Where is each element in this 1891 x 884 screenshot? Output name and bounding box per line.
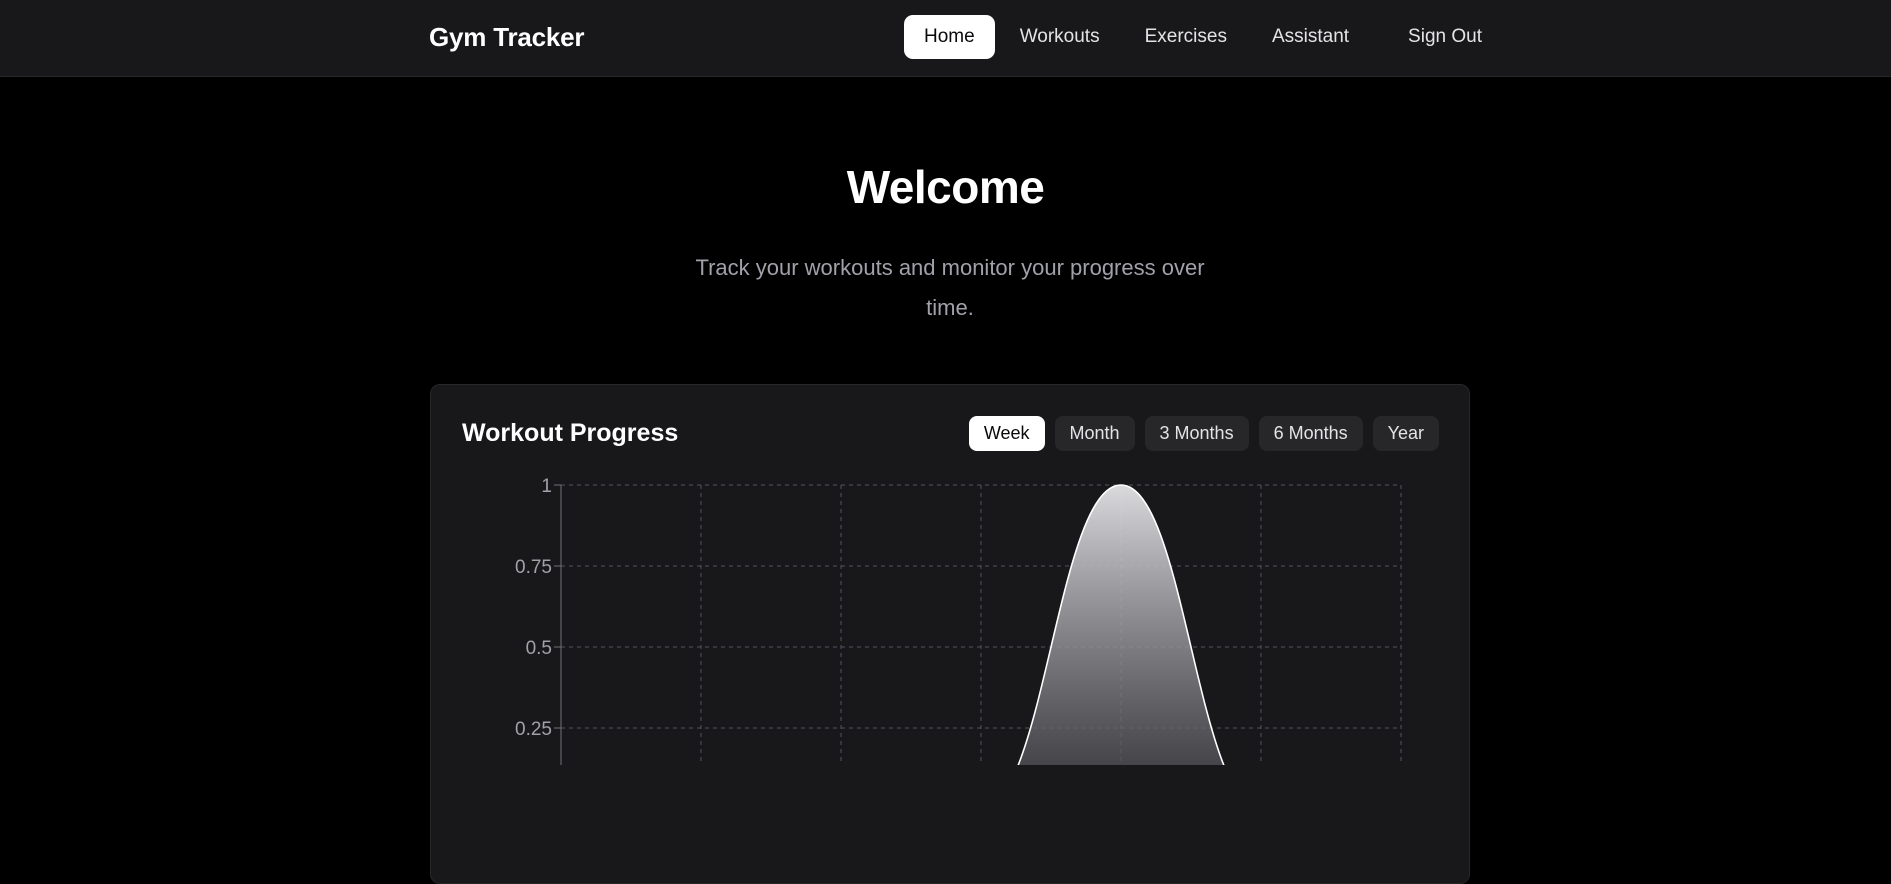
chart-axes: 00.250.50.751TueWedThuFriSatSunMon <box>515 476 562 765</box>
main-nav: Home Workouts Exercises Assistant Sign O… <box>904 15 1507 59</box>
sign-out-button[interactable]: Sign Out <box>1388 15 1502 59</box>
workout-progress-card: Workout Progress Week Month 3 Months 6 M… <box>430 384 1470 884</box>
y-tick-label: 0.75 <box>515 557 552 578</box>
nav-workouts[interactable]: Workouts <box>1000 15 1120 59</box>
y-tick-label: 0.5 <box>526 638 552 659</box>
page-subtitle: Track your workouts and monitor your pro… <box>695 255 1205 320</box>
top-nav-bar: Gym Tracker Home Workouts Exercises Assi… <box>0 0 1891 77</box>
chart-grid <box>560 484 1402 765</box>
nav-exercises[interactable]: Exercises <box>1125 15 1247 59</box>
brand-title[interactable]: Gym Tracker <box>429 22 585 53</box>
y-tick-label: 0.25 <box>515 719 552 740</box>
nav-assistant[interactable]: Assistant <box>1252 15 1369 59</box>
nav-home[interactable]: Home <box>904 15 995 59</box>
page-title: Welcome <box>846 161 1045 213</box>
workout-progress-chart: 00.250.50.751TueWedThuFriSatSunMon <box>515 476 1402 765</box>
y-tick-label: 1 <box>541 476 552 497</box>
